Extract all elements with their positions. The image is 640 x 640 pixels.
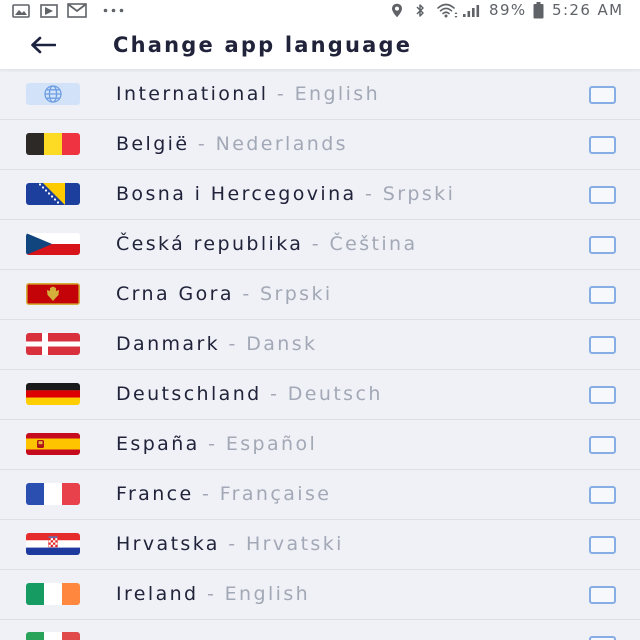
language-name: Dansk [246,333,318,355]
signal-icon [462,3,481,18]
denmark-flag-icon [26,333,80,355]
language-name: Srpski [382,183,456,205]
country-name: België [116,133,190,155]
language-checkbox[interactable] [589,436,616,454]
country-name: Deutschland [116,383,262,405]
belgium-flag-icon [26,133,80,155]
language-item-ceska-republika[interactable]: Česká republika - Čeština [0,220,640,270]
montenegro-flag-icon [26,283,80,305]
country-name: Crna Gora [116,283,234,305]
separator: - [219,533,246,555]
spain-flag-icon [26,433,80,455]
separator: - [356,183,383,205]
separator: - [199,433,226,455]
separator: - [261,383,288,405]
separator: - [233,283,261,305]
language-item-label: België - Nederlands [116,132,348,156]
language-item-label: Deutschland - Deutsch [116,382,383,406]
language-item-danmark[interactable]: Danmark - Dansk [0,320,640,370]
language-name: Hrvatski [246,533,344,555]
language-name: Française [219,483,332,505]
czech-flag-icon [26,233,80,255]
language-name: Čeština [329,233,418,255]
language-item-bosna-i-hercegovina[interactable]: Bosna i Hercegovina - Srpski [0,170,640,220]
italy-flag-icon [26,632,80,640]
language-checkbox[interactable] [589,236,616,254]
battery-percent: 89% [489,1,527,19]
bluetooth-icon [415,3,425,18]
language-item-partial[interactable] [0,620,640,640]
wifi-icon [436,3,459,18]
language-item-label: Danmark - Dansk [116,332,317,356]
back-button[interactable] [26,32,60,58]
language-name: English [294,83,381,105]
language-item-hrvatska[interactable]: Hrvatska - Hrvatski [0,520,640,570]
language-item-label: International - English [116,82,380,106]
language-checkbox[interactable] [589,86,616,104]
language-checkbox[interactable] [589,336,616,354]
country-name: Ireland [116,583,199,605]
language-checkbox[interactable] [589,136,616,154]
separator: - [189,133,216,155]
country-name: Hrvatska [116,533,220,555]
country-name: Česká republika [116,233,304,255]
language-checkbox[interactable] [589,186,616,204]
separator: - [220,333,247,355]
language-name: English [224,583,311,605]
language-list: International - English België - Nederla… [0,70,640,640]
page-title: Change app language [113,33,413,57]
language-item-label: Ireland - English [116,582,310,606]
country-name: Bosna i Hercegovina [116,183,357,205]
croatia-flag-icon [26,533,80,555]
bosnia-flag-icon [26,183,80,205]
language-checkbox[interactable] [589,486,616,504]
separator: - [303,233,330,255]
status-bar: 89% 5:26 AM [0,0,640,22]
language-name: Nederlands [215,133,348,155]
language-item-espana[interactable]: España - Español [0,420,640,470]
language-checkbox[interactable] [589,386,616,404]
country-name: Danmark [116,333,221,355]
gmail-icon [67,3,87,18]
globe-icon [26,83,80,105]
language-item-belgie[interactable]: België - Nederlands [0,120,640,170]
country-name: España [116,433,200,455]
language-item-international[interactable]: International - English [0,70,640,120]
language-checkbox[interactable] [589,586,616,604]
play-icon [40,4,58,18]
language-item-label: Crna Gora - Srpski [116,282,333,306]
language-name: Español [225,433,318,455]
gallery-icon [12,4,30,18]
language-item-deutschland[interactable]: Deutschland - Deutsch [0,370,640,420]
separator: - [268,83,295,105]
country-name: International [116,83,269,105]
language-item-label: Česká republika - Čeština [116,232,418,256]
battery-icon [533,2,544,19]
ireland-flag-icon [26,583,80,605]
language-name: Deutsch [287,383,383,405]
language-checkbox[interactable] [589,636,616,640]
language-item-ireland[interactable]: Ireland - English [0,570,640,620]
country-name: France [116,483,194,505]
more-notifications-icon [103,8,124,13]
germany-flag-icon [26,383,80,405]
language-item-france[interactable]: France - Française [0,470,640,520]
separator: - [193,483,220,505]
back-arrow-icon [30,36,56,54]
language-item-label: France - Française [116,482,331,506]
clock: 5:26 AM [552,1,624,19]
location-icon [391,3,403,18]
app-header: Change app language [0,22,640,70]
language-item-label: Bosna i Hercegovina - Srpski [116,182,455,206]
separator: - [198,583,225,605]
france-flag-icon [26,483,80,505]
language-item-label: Hrvatska - Hrvatski [116,532,344,556]
language-item-crna-gora[interactable]: Crna Gora - Srpski [0,270,640,320]
language-item-label: España - Español [116,432,317,456]
language-name: Srpski [260,283,333,305]
language-checkbox[interactable] [589,536,616,554]
language-checkbox[interactable] [589,286,616,304]
